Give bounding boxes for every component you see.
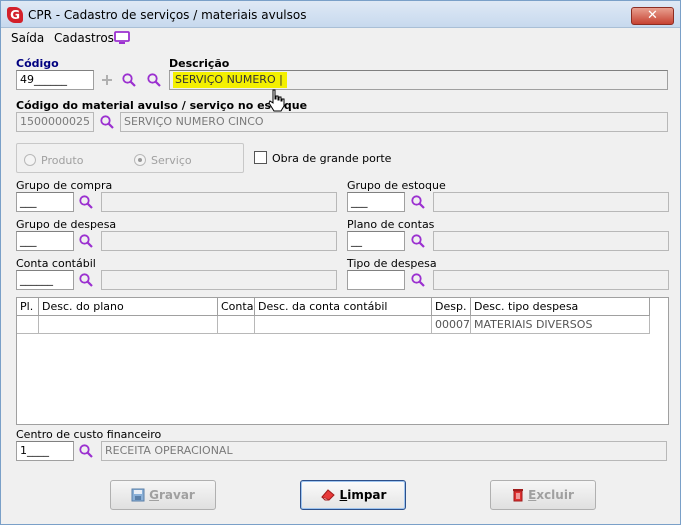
- excluir-button[interactable]: Excluir: [490, 480, 596, 510]
- window-title: CPR - Cadastro de serviços / materiais a…: [28, 8, 307, 22]
- grupo-compra-input[interactable]: ___: [16, 192, 74, 212]
- grupo-despesa-input[interactable]: ___: [16, 231, 74, 251]
- save-icon: [131, 488, 145, 502]
- limpar-label: Limpar: [339, 488, 387, 502]
- obra-label: Obra de grande porte: [272, 152, 392, 165]
- menu-cadastros[interactable]: Cadastros: [54, 31, 114, 45]
- main-window: G CPR - Cadastro de serviços / materiais…: [0, 0, 681, 525]
- table-row-cell-desc-conta[interactable]: [255, 316, 432, 334]
- radio-produto[interactable]: [24, 154, 36, 166]
- grupo-despesa-label: Grupo de despesa: [16, 218, 117, 231]
- tipo-despesa-desc: [433, 270, 669, 290]
- centro-custo-desc: RECEITA OPERACIONAL: [101, 441, 667, 461]
- search-centro-custo-icon[interactable]: [78, 443, 94, 459]
- grupo-compra-label: Grupo de compra: [16, 179, 113, 192]
- search-conta-contabil-icon[interactable]: [78, 272, 94, 288]
- search-plano-contas-icon[interactable]: [410, 233, 426, 249]
- table-row-cell-conta[interactable]: [218, 316, 255, 334]
- search-grupo-despesa-icon[interactable]: [78, 233, 94, 249]
- search-grupo-compra-icon[interactable]: [78, 194, 94, 210]
- estoque-code-input[interactable]: 1500000025: [16, 112, 94, 132]
- estoque-desc-field: SERVIÇO NUMERO CINCO: [120, 112, 668, 132]
- plano-contas-desc: [433, 231, 669, 251]
- centro-custo-label: Centro de custo financeiro: [16, 428, 162, 441]
- plano-contas-label: Plano de contas: [347, 218, 435, 231]
- search-tipo-despesa-icon[interactable]: [410, 272, 426, 288]
- codigo-input[interactable]: 49______: [16, 70, 94, 90]
- monitor-icon[interactable]: [114, 31, 130, 45]
- conta-contabil-input[interactable]: ______: [16, 270, 74, 290]
- app-logo-icon: G: [7, 7, 23, 23]
- table-row-cell-desc-plano[interactable]: [39, 316, 218, 334]
- hand-cursor-icon: [268, 89, 285, 112]
- search-grupo-estoque-icon[interactable]: [410, 194, 426, 210]
- grid-header-desc-plano[interactable]: Desc. do plano: [39, 298, 218, 316]
- trash-icon: [513, 489, 524, 502]
- conta-contabil-label: Conta contábil: [16, 257, 96, 270]
- grupo-estoque-label: Grupo de estoque: [347, 179, 446, 192]
- descricao-input[interactable]: SERVIÇO NUMERO |: [169, 70, 668, 90]
- tipo-despesa-label: Tipo de despesa: [347, 257, 437, 270]
- search-estoque-icon[interactable]: [99, 114, 115, 130]
- grupo-compra-desc: [101, 192, 337, 212]
- eraser-icon: [320, 489, 335, 501]
- obra-checkbox[interactable]: [254, 151, 267, 164]
- search-icon[interactable]: [121, 72, 137, 88]
- grid-header-desp[interactable]: Desp.: [432, 298, 471, 316]
- conta-contabil-desc: [101, 270, 337, 290]
- tipo-despesa-input[interactable]: [347, 270, 405, 290]
- radio-servico-label: Serviço: [151, 154, 192, 167]
- gravar-button[interactable]: Gravar: [110, 480, 216, 510]
- excluir-label: Excluir: [528, 488, 574, 502]
- plano-contas-input[interactable]: __: [347, 231, 405, 251]
- grupo-estoque-desc: [433, 192, 669, 212]
- menu-bar: Saída Cadastros: [1, 28, 680, 48]
- grid-header-desc-tipo[interactable]: Desc. tipo despesa: [471, 298, 650, 316]
- grid-header-pl[interactable]: Pl.: [17, 298, 39, 316]
- descricao-value: SERVIÇO NUMERO |: [173, 72, 287, 88]
- search-description-icon[interactable]: [146, 72, 162, 88]
- table-row-cell-desc-tipo[interactable]: MATERIAIS DIVERSOS: [471, 316, 650, 334]
- table-row-cell-pl[interactable]: [17, 316, 39, 334]
- grupo-estoque-input[interactable]: ___: [347, 192, 405, 212]
- codigo-label: Código: [16, 57, 59, 70]
- radio-produto-label: Produto: [41, 154, 84, 167]
- accounts-grid[interactable]: Pl. Desc. do plano Conta Desc. da conta …: [16, 297, 669, 425]
- grid-header-conta[interactable]: Conta: [218, 298, 255, 316]
- centro-custo-input[interactable]: 1____: [16, 441, 74, 461]
- estoque-label: Código do material avulso / serviço no e…: [16, 99, 308, 112]
- descricao-label: Descrição: [169, 57, 230, 70]
- radio-servico[interactable]: [134, 154, 146, 166]
- menu-saida[interactable]: Saída: [11, 31, 44, 45]
- table-row-cell-desp[interactable]: 00007: [432, 316, 471, 334]
- limpar-button[interactable]: Limpar: [300, 480, 406, 510]
- add-icon[interactable]: [99, 72, 115, 88]
- grid-header-desc-conta[interactable]: Desc. da conta contábil: [255, 298, 432, 316]
- gravar-label: Gravar: [149, 488, 195, 502]
- title-bar[interactable]: G CPR - Cadastro de serviços / materiais…: [1, 1, 680, 28]
- close-button[interactable]: ✕: [631, 7, 674, 25]
- grupo-despesa-desc: [101, 231, 337, 251]
